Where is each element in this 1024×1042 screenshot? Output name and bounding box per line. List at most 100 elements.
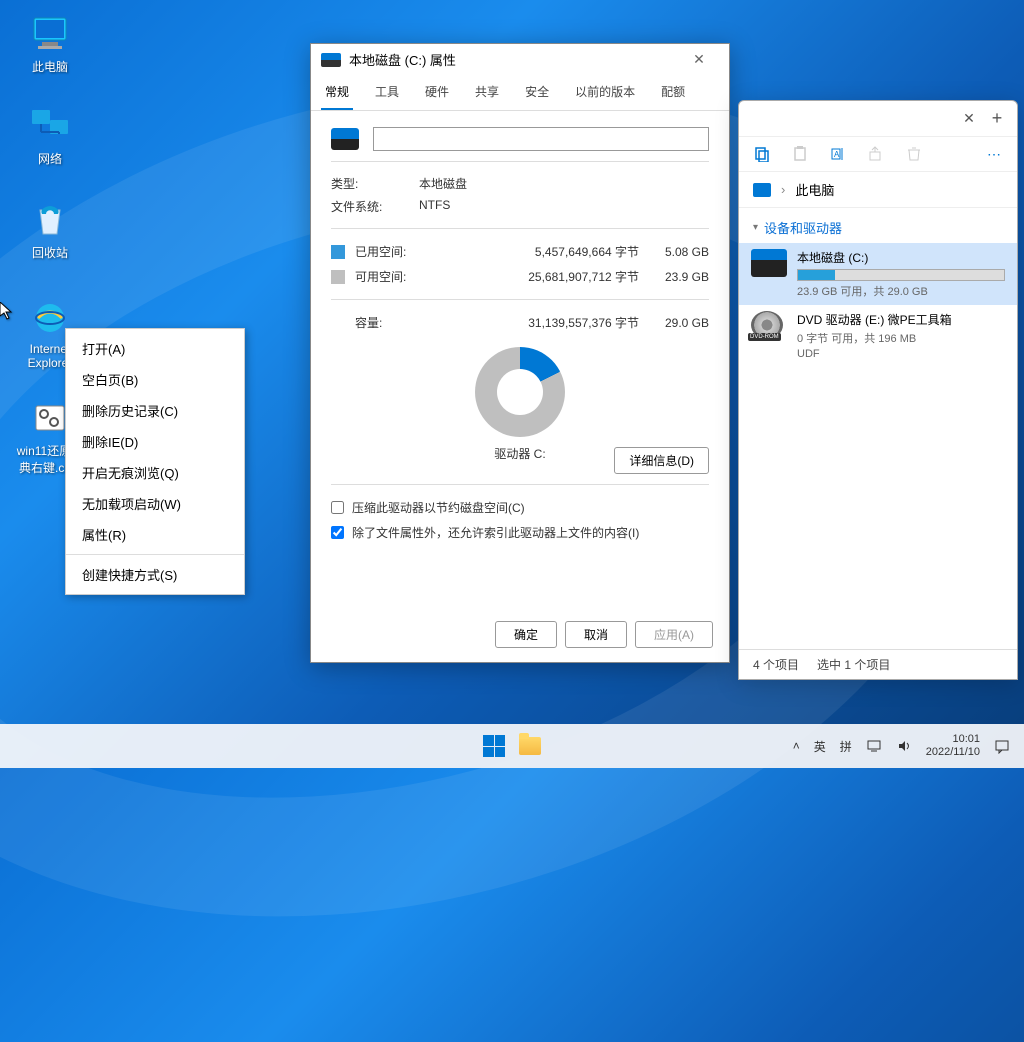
drive-item-dvd[interactable]: DVD-ROM DVD 驱动器 (E:) 微PE工具箱 0 字节 可用，共 19… bbox=[739, 305, 1017, 366]
dvd-icon: DVD-ROM bbox=[751, 311, 783, 339]
ok-button[interactable]: 确定 bbox=[495, 621, 557, 648]
explorer-taskbar-icon[interactable] bbox=[516, 732, 544, 760]
tab-prevversions[interactable]: 以前的版本 bbox=[571, 75, 639, 110]
cmd-icon bbox=[30, 398, 70, 438]
capacity-label: 容量: bbox=[355, 314, 435, 331]
fs-value: NTFS bbox=[419, 198, 450, 215]
capacity-gb: 29.0 GB bbox=[639, 316, 709, 330]
used-label: 已用空间: bbox=[355, 243, 435, 260]
explorer-window: ✕ + A ⋯ › 此电脑 ▾ 设备和驱动器 本地磁盘 (C:) 23.9 GB… bbox=[738, 100, 1018, 680]
tab-quota[interactable]: 配额 bbox=[657, 75, 689, 110]
this-pc-icon bbox=[30, 14, 70, 54]
tab-sharing[interactable]: 共享 bbox=[471, 75, 503, 110]
status-bar: 4 个项目 选中 1 个项目 bbox=[739, 649, 1017, 679]
compress-label: 压缩此驱动器以节约磁盘空间(C) bbox=[352, 499, 525, 516]
time: 10:01 bbox=[926, 733, 980, 746]
share-icon[interactable] bbox=[867, 145, 885, 163]
used-swatch bbox=[331, 245, 345, 259]
properties-dialog: 本地磁盘 (C:) 属性 ✕ 常规 工具 硬件 共享 安全 以前的版本 配额 类… bbox=[310, 43, 730, 663]
tray-overflow[interactable]: ˄ bbox=[793, 739, 800, 753]
new-tab-button[interactable]: + bbox=[983, 108, 1011, 129]
disk-icon bbox=[321, 53, 341, 67]
details-button[interactable]: 详细信息(D) bbox=[614, 447, 709, 474]
this-pc-icon bbox=[753, 183, 771, 197]
cursor-icon bbox=[0, 302, 16, 318]
used-bytes: 5,457,649,664 字节 bbox=[435, 243, 639, 260]
ctx-inprivate[interactable]: 开启无痕浏览(Q) bbox=[66, 457, 244, 488]
more-icon[interactable]: ⋯ bbox=[985, 145, 1003, 163]
free-label: 可用空间: bbox=[355, 268, 435, 285]
desktop-label: 回收站 bbox=[32, 244, 68, 261]
context-menu: 打开(A) 空白页(B) 删除历史记录(C) 删除IE(D) 开启无痕浏览(Q)… bbox=[65, 328, 245, 595]
volume-tray-icon[interactable] bbox=[896, 738, 912, 754]
drive-sub2: UDF bbox=[797, 348, 1005, 360]
used-gb: 5.08 GB bbox=[639, 245, 709, 259]
ctx-blank[interactable]: 空白页(B) bbox=[66, 364, 244, 395]
svg-text:A: A bbox=[834, 150, 840, 159]
fs-label: 文件系统: bbox=[331, 198, 419, 215]
section-label: 设备和驱动器 bbox=[764, 218, 842, 237]
ctx-properties[interactable]: 属性(R) bbox=[66, 519, 244, 550]
tab-general[interactable]: 常规 bbox=[321, 75, 353, 110]
dialog-title: 本地磁盘 (C:) 属性 bbox=[349, 50, 456, 69]
close-button[interactable]: ✕ bbox=[679, 51, 719, 68]
usage-donut bbox=[475, 347, 565, 437]
network-tray-icon[interactable] bbox=[866, 738, 882, 754]
notifications-icon[interactable] bbox=[994, 738, 1010, 754]
dialog-titlebar[interactable]: 本地磁盘 (C:) 属性 ✕ bbox=[311, 44, 729, 75]
disk-icon bbox=[331, 128, 359, 150]
drive-sub: 23.9 GB 可用，共 29.0 GB bbox=[797, 283, 1005, 299]
delete-icon[interactable] bbox=[905, 145, 923, 163]
free-bytes: 25,681,907,712 字节 bbox=[435, 268, 639, 285]
desktop-label: 此电脑 bbox=[32, 58, 68, 75]
status-count: 4 个项目 bbox=[753, 656, 799, 673]
ctx-delhistory[interactable]: 删除历史记录(C) bbox=[66, 395, 244, 426]
date: 2022/11/10 bbox=[926, 746, 980, 759]
desktop-icon-this-pc[interactable]: 此电脑 bbox=[14, 14, 86, 75]
breadcrumb[interactable]: › 此电脑 bbox=[739, 172, 1017, 208]
desktop-icon-recycle-bin[interactable]: 回收站 bbox=[14, 200, 86, 261]
free-gb: 23.9 GB bbox=[639, 270, 709, 284]
drive-name: 本地磁盘 (C:) bbox=[797, 249, 1005, 266]
paste-icon[interactable] bbox=[791, 145, 809, 163]
ctx-shortcut[interactable]: 创建快捷方式(S) bbox=[66, 559, 244, 590]
clock[interactable]: 10:01 2022/11/10 bbox=[926, 733, 980, 759]
start-button[interactable] bbox=[480, 732, 508, 760]
tab-strip: 常规 工具 硬件 共享 安全 以前的版本 配额 bbox=[311, 75, 729, 111]
tab-tools[interactable]: 工具 bbox=[371, 75, 403, 110]
drive-item-c[interactable]: 本地磁盘 (C:) 23.9 GB 可用，共 29.0 GB bbox=[739, 243, 1017, 305]
compress-checkbox[interactable] bbox=[331, 501, 344, 514]
ime-lang[interactable]: 英 bbox=[814, 738, 826, 755]
chevron-down-icon: ▾ bbox=[753, 222, 758, 233]
recycle-bin-icon bbox=[30, 200, 70, 240]
ie-icon bbox=[30, 298, 70, 338]
ctx-delie[interactable]: 删除IE(D) bbox=[66, 426, 244, 457]
copy-icon[interactable] bbox=[753, 145, 771, 163]
index-checkbox[interactable] bbox=[331, 526, 344, 539]
desktop-label: 网络 bbox=[38, 150, 62, 167]
volume-label-input[interactable] bbox=[373, 127, 709, 151]
type-value: 本地磁盘 bbox=[419, 175, 467, 192]
type-label: 类型: bbox=[331, 175, 419, 192]
breadcrumb-text: 此电脑 bbox=[795, 180, 834, 199]
capacity-bytes: 31,139,557,376 字节 bbox=[435, 314, 639, 331]
drive-bar bbox=[797, 269, 1005, 281]
ime-mode[interactable]: 拼 bbox=[840, 738, 852, 755]
ctx-separator bbox=[66, 554, 244, 555]
ctx-noaddons[interactable]: 无加载项启动(W) bbox=[66, 488, 244, 519]
section-devices[interactable]: ▾ 设备和驱动器 bbox=[739, 208, 1017, 243]
cancel-button[interactable]: 取消 bbox=[565, 621, 627, 648]
apply-button[interactable]: 应用(A) bbox=[635, 621, 713, 648]
status-selected: 选中 1 个项目 bbox=[817, 656, 890, 673]
hdd-icon bbox=[751, 249, 787, 277]
tab-security[interactable]: 安全 bbox=[521, 75, 553, 110]
tab-hardware[interactable]: 硬件 bbox=[421, 75, 453, 110]
rename-icon[interactable]: A bbox=[829, 145, 847, 163]
taskbar: ˄ 英 拼 10:01 2022/11/10 bbox=[0, 724, 1024, 768]
drive-label: 驱动器 C: bbox=[494, 445, 545, 462]
desktop-icon-network[interactable]: 网络 bbox=[14, 106, 86, 167]
free-swatch bbox=[331, 270, 345, 284]
index-label: 除了文件属性外，还允许索引此驱动器上文件的内容(I) bbox=[352, 524, 639, 541]
ctx-open[interactable]: 打开(A) bbox=[66, 333, 244, 364]
tab-close-button[interactable]: ✕ bbox=[955, 110, 983, 127]
